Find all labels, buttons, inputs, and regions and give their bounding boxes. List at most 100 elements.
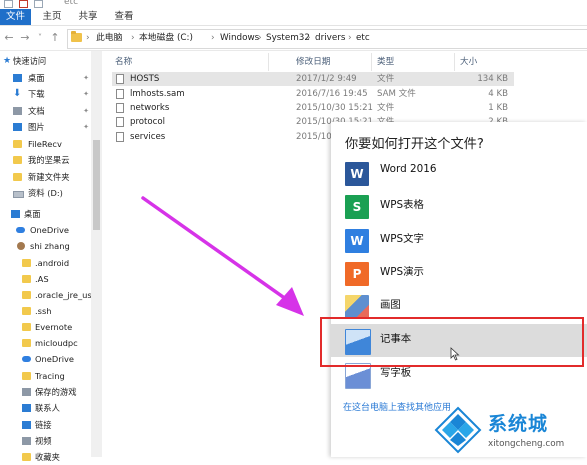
app-name: Word 2016 bbox=[380, 163, 437, 175]
nav-quick-access[interactable]: ★ 快速访问 bbox=[0, 53, 91, 69]
nav-evernote[interactable]: Evernote bbox=[0, 319, 91, 335]
file-row[interactable]: HOSTS 2017/1/2 9:49 文件 134 KB bbox=[112, 72, 514, 86]
breadcrumb-separator-icon: › bbox=[86, 33, 90, 43]
file-size: 134 KB bbox=[477, 74, 508, 84]
app-option-word[interactable]: W Word 2016 bbox=[331, 159, 587, 189]
nav-oracle[interactable]: .oracle_jre_us bbox=[0, 287, 92, 303]
nav-onedrive[interactable]: OneDrive bbox=[0, 222, 91, 238]
column-divider[interactable] bbox=[454, 53, 455, 71]
address-bar[interactable]: › 此电脑 › 本地磁盘 (C:) › Windows › System32 ›… bbox=[67, 29, 587, 49]
column-header-size[interactable]: 大小 bbox=[460, 55, 477, 69]
folder-icon bbox=[71, 31, 82, 42]
file-date: 2016/7/16 19:45 bbox=[296, 89, 368, 99]
nav-label: shi zhang bbox=[30, 241, 70, 251]
nav-as[interactable]: .AS bbox=[0, 271, 91, 287]
breadcrumb-this-pc[interactable]: 此电脑 bbox=[96, 32, 122, 45]
file-type: 文件 bbox=[377, 103, 395, 113]
nav-drive-d[interactable]: 资料 (D:) bbox=[0, 185, 91, 201]
nav-pictures[interactable]: 图片 ✦ bbox=[0, 119, 91, 135]
app-option-wps-presentation[interactable]: P WPS演示 bbox=[331, 259, 587, 289]
breadcrumb-drivers[interactable]: drivers bbox=[315, 32, 345, 45]
breadcrumb-separator-icon: › bbox=[131, 33, 135, 43]
nav-label: .android bbox=[35, 258, 70, 268]
nav-label: Evernote bbox=[35, 322, 73, 332]
breadcrumb-windows[interactable]: Windows bbox=[220, 32, 259, 45]
properties-icon[interactable] bbox=[19, 0, 28, 8]
nav-tracing[interactable]: Tracing bbox=[0, 368, 91, 384]
nav-label: 联系人 bbox=[35, 403, 60, 413]
file-row[interactable]: networks 2015/10/30 15:21 文件 1 KB bbox=[112, 101, 514, 115]
nav-desktop[interactable]: 桌面 ✦ bbox=[0, 70, 91, 86]
file-icon bbox=[116, 74, 124, 84]
nav-label: 文档 bbox=[28, 106, 45, 116]
nav-videos[interactable]: 视频 bbox=[0, 433, 91, 449]
watermark-url: xitongcheng.com bbox=[488, 439, 565, 449]
nav-label: OneDrive bbox=[30, 225, 70, 235]
nav-label: .AS bbox=[35, 274, 49, 284]
breadcrumb-etc[interactable]: etc bbox=[356, 32, 370, 45]
video-icon bbox=[22, 437, 31, 445]
dialog-title: 你要如何打开这个文件? bbox=[345, 137, 484, 152]
nav-ssh[interactable]: .ssh bbox=[0, 303, 91, 319]
file-date: 2017/1/2 9:49 bbox=[296, 74, 357, 84]
nav-label: 桌面 bbox=[24, 209, 41, 219]
app-name: WPS文字 bbox=[380, 233, 424, 245]
nav-filerecv[interactable]: FileRecv bbox=[0, 136, 91, 152]
up-arrow-icon[interactable]: ↑ bbox=[48, 30, 62, 46]
recent-locations-chevron-icon[interactable]: ˅ bbox=[33, 30, 47, 46]
nav-onedrive-user[interactable]: OneDrive bbox=[0, 351, 91, 367]
back-arrow-icon[interactable]: ← bbox=[2, 30, 16, 46]
window-title: etc bbox=[64, 0, 79, 7]
nav-links[interactable]: 链接 bbox=[0, 417, 91, 433]
app-name: WPS演示 bbox=[380, 266, 424, 278]
new-folder-icon[interactable] bbox=[34, 0, 43, 8]
nav-jianguoyun[interactable]: 我的坚果云 bbox=[0, 152, 91, 168]
tab-share[interactable]: 共享 bbox=[77, 9, 99, 25]
app-option-wps-writer[interactable]: W WPS文字 bbox=[331, 226, 587, 256]
word-icon: W bbox=[345, 162, 369, 186]
column-divider[interactable] bbox=[268, 53, 269, 71]
nav-label: 收藏夹 bbox=[35, 452, 60, 462]
breadcrumb-local-disk[interactable]: 本地磁盘 (C:) bbox=[139, 32, 193, 45]
app-option-wps-spreadsheet[interactable]: S WPS表格 bbox=[331, 192, 587, 222]
nav-contacts[interactable]: 联系人 bbox=[0, 400, 91, 416]
game-icon bbox=[22, 388, 31, 396]
quick-access-icon[interactable] bbox=[4, 0, 13, 8]
nav-micloudpc[interactable]: micloudpc bbox=[0, 335, 91, 351]
forward-arrow-icon[interactable]: → bbox=[18, 30, 32, 46]
picture-icon bbox=[13, 123, 22, 131]
nav-desktop-root[interactable]: 桌面 bbox=[0, 206, 91, 222]
nav-android[interactable]: .android bbox=[0, 255, 91, 271]
breadcrumb-separator-icon: › bbox=[211, 33, 215, 43]
nav-user[interactable]: shi zhang bbox=[0, 238, 91, 254]
pin-icon: ✦ bbox=[83, 74, 89, 82]
watermark-title: 系统城 bbox=[488, 413, 549, 435]
download-icon: ⬇ bbox=[13, 88, 22, 99]
file-name: networks bbox=[130, 103, 170, 113]
nav-favorites[interactable]: 收藏夹 bbox=[0, 449, 91, 465]
tab-home[interactable]: 主页 bbox=[41, 9, 63, 25]
nav-scrollbar-thumb[interactable] bbox=[93, 140, 100, 230]
folder-icon bbox=[13, 140, 22, 148]
column-header-date[interactable]: 修改日期 bbox=[296, 55, 330, 69]
nav-downloads[interactable]: ⬇ 下载 ✦ bbox=[0, 86, 91, 102]
nav-label: 保存的游戏 bbox=[35, 387, 77, 397]
file-type: SAM 文件 bbox=[377, 89, 416, 99]
tab-file[interactable]: 文件 bbox=[0, 9, 31, 25]
nav-scrollbar[interactable] bbox=[91, 51, 102, 457]
nav-new-folder[interactable]: 新建文件夹 bbox=[0, 169, 91, 185]
column-divider[interactable] bbox=[371, 53, 372, 71]
column-header-type[interactable]: 类型 bbox=[377, 55, 394, 69]
folder-icon bbox=[13, 156, 22, 164]
tab-view[interactable]: 查看 bbox=[113, 9, 135, 25]
breadcrumb-system32[interactable]: System32 bbox=[266, 32, 310, 45]
cloud-icon bbox=[22, 356, 31, 362]
desktop-icon bbox=[13, 74, 22, 82]
favorites-icon bbox=[22, 453, 31, 461]
folder-icon bbox=[22, 323, 31, 331]
file-row[interactable]: lmhosts.sam 2016/7/16 19:45 SAM 文件 4 KB bbox=[112, 87, 514, 101]
nav-label: micloudpc bbox=[35, 338, 78, 348]
nav-documents[interactable]: 文档 ✦ bbox=[0, 103, 91, 119]
nav-saved-games[interactable]: 保存的游戏 bbox=[0, 384, 91, 400]
column-header-name[interactable]: 名称 bbox=[115, 55, 132, 69]
